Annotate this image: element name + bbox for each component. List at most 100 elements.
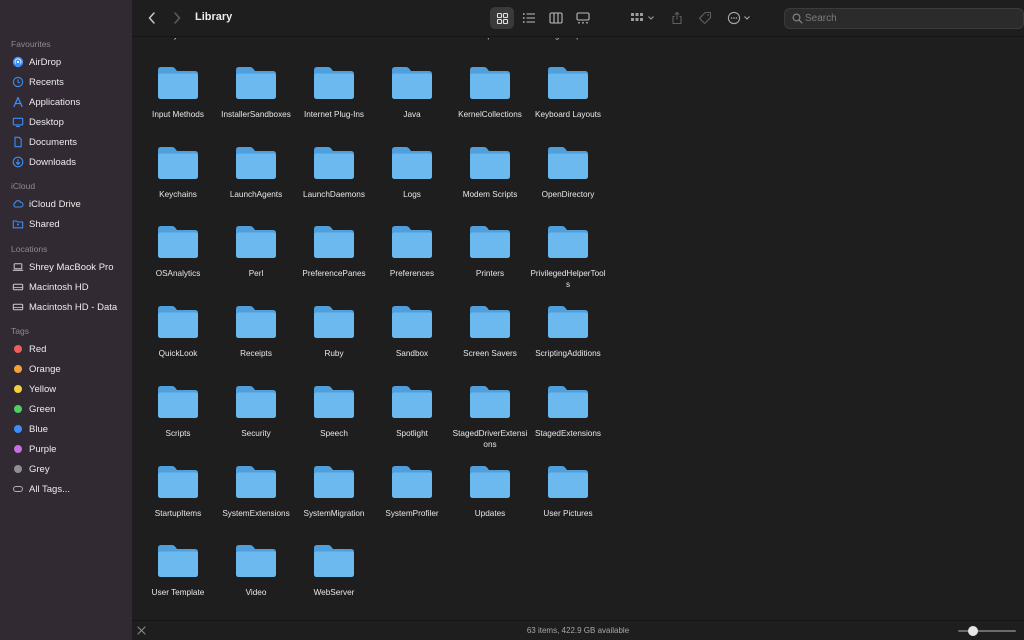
folder-icon xyxy=(314,67,354,99)
list-view-button[interactable] xyxy=(517,7,541,29)
search-input[interactable] xyxy=(805,11,1015,26)
sidebar-item-icloud-drive[interactable]: iCloud Drive xyxy=(0,194,132,214)
folder-icon xyxy=(470,226,510,258)
folder-label-partial[interactable]: Frameworks xyxy=(295,38,373,40)
sidebar-item-label: Macintosh HD xyxy=(29,281,89,293)
airdrop-icon xyxy=(11,56,24,69)
folder-icon xyxy=(314,226,354,258)
sidebar-item-tag-green[interactable]: Green xyxy=(0,399,132,419)
folder-label: StagedExtensions xyxy=(535,429,601,438)
sidebar-item-tag-blue[interactable]: Blue xyxy=(0,419,132,439)
column-view-button[interactable] xyxy=(544,7,568,29)
folder-icon xyxy=(236,67,276,99)
folder-label: Input Methods xyxy=(152,110,204,119)
sidebar-item-label: AirDrop xyxy=(29,56,62,68)
group-by-button[interactable] xyxy=(629,8,657,28)
folder-label: StartupItems xyxy=(154,509,202,518)
sidebar-item-all-tags[interactable]: All Tags... xyxy=(0,479,132,499)
folder-label-partial[interactable]: Fonts xyxy=(217,38,295,40)
sidebar-header-favourites: Favourites xyxy=(11,39,51,49)
folder-icon xyxy=(470,67,510,99)
sidebar-item-label: Grey xyxy=(29,463,50,475)
folder-label: QuickLook xyxy=(158,349,198,358)
file-grid: FilesystemsFontsFrameworksGPUBundlesGrap… xyxy=(132,38,1024,620)
tag-dot-orange xyxy=(11,363,24,376)
sidebar-item-shared[interactable]: Shared xyxy=(0,214,132,234)
sidebar-item-macintosh-hd-data[interactable]: Macintosh HD - Data xyxy=(0,297,132,317)
folder-icon xyxy=(314,306,354,338)
folder-label: Scripts xyxy=(165,429,191,438)
tag-dot-blue xyxy=(11,423,24,436)
sidebar-item-macintosh-hd[interactable]: Macintosh HD xyxy=(0,277,132,297)
sidebar-header-tags: Tags xyxy=(11,326,29,336)
sidebar-item-applications[interactable]: Applications xyxy=(0,92,132,112)
sidebar-item-label: Documents xyxy=(29,136,78,148)
sidebar-item-tag-grey[interactable]: Grey xyxy=(0,459,132,479)
folder-label-partial[interactable]: Graphics xyxy=(451,38,529,40)
folder-label: Spotlight xyxy=(396,429,428,438)
search-icon xyxy=(792,13,803,24)
tags-button[interactable] xyxy=(697,8,713,28)
folder-label-partial[interactable]: Image Capture xyxy=(529,38,607,40)
share-button[interactable] xyxy=(669,8,685,28)
icon-size-slider[interactable] xyxy=(958,630,1016,632)
tag-orange-icon xyxy=(13,365,22,373)
all-tags-icon xyxy=(11,483,24,496)
gallery-icon xyxy=(576,12,590,24)
more-actions-button[interactable] xyxy=(726,8,754,28)
folder-label: SystemExtensions xyxy=(222,509,290,518)
sidebar-item-tag-orange[interactable]: Orange xyxy=(0,359,132,379)
folder-label: Updates xyxy=(474,509,506,518)
sidebar-item-tag-red[interactable]: Red xyxy=(0,339,132,359)
folder-label: Java xyxy=(403,110,421,119)
folder-label-partial[interactable]: Filesystems xyxy=(139,38,217,40)
folder-label-partial[interactable]: GPUBundles xyxy=(373,38,451,40)
columns-icon xyxy=(549,12,563,24)
sidebar-item-downloads[interactable]: Downloads xyxy=(0,152,132,172)
folder-label: ScriptingAdditions xyxy=(535,349,601,358)
folder-label: Keychains xyxy=(159,190,197,199)
folder-label: StagedDriverExtensions xyxy=(452,429,528,449)
gallery-view-button[interactable] xyxy=(571,7,595,29)
forward-button[interactable] xyxy=(169,8,185,28)
laptop-icon xyxy=(11,261,24,274)
tag-dot-grey xyxy=(11,463,24,476)
folder-label: Printers xyxy=(475,269,505,278)
folder-label: Receipts xyxy=(240,349,272,358)
icon-view-button[interactable] xyxy=(490,7,514,29)
sidebar-item-desktop[interactable]: Desktop xyxy=(0,112,132,132)
sidebar-item-tag-yellow[interactable]: Yellow xyxy=(0,379,132,399)
folder-icon xyxy=(236,226,276,258)
sidebar-favourites: Favourites AirDrop Recents Applications … xyxy=(0,36,132,172)
icon-size-slider-knob[interactable] xyxy=(967,626,978,636)
tag-green-icon xyxy=(13,405,22,413)
sidebar-item-recents[interactable]: Recents xyxy=(0,72,132,92)
folder-icon xyxy=(158,545,198,577)
folder-label: Security xyxy=(241,429,271,438)
drive-icon xyxy=(11,301,24,314)
tag-grey-icon xyxy=(13,465,22,473)
folder-icon xyxy=(236,306,276,338)
shared-folder-icon xyxy=(11,218,24,231)
folder-icon xyxy=(158,147,198,179)
folder-icon xyxy=(392,466,432,498)
folder-icon xyxy=(548,466,588,498)
folder-label: Perl xyxy=(248,269,264,278)
folder-icon xyxy=(470,306,510,338)
folder-icon xyxy=(158,306,198,338)
sidebar-item-macbook[interactable]: Shrey MacBook Pro xyxy=(0,257,132,277)
sidebar-item-airdrop[interactable]: AirDrop xyxy=(0,52,132,72)
drive-icon xyxy=(11,281,24,294)
grid-icon xyxy=(496,12,508,24)
sidebar-item-tag-purple[interactable]: Purple xyxy=(0,439,132,459)
folder-label: Keyboard Layouts xyxy=(535,110,601,119)
folder-icon xyxy=(392,147,432,179)
sidebar-item-documents[interactable]: Documents xyxy=(0,132,132,152)
sidebar-item-label: Downloads xyxy=(29,156,76,168)
search-field[interactable] xyxy=(784,8,1024,29)
sidebar-locations: Locations Shrey MacBook Pro Macintosh HD… xyxy=(0,241,132,317)
folder-icon xyxy=(392,306,432,338)
back-button[interactable] xyxy=(144,8,160,28)
folder-icon xyxy=(236,466,276,498)
sidebar-item-label: Yellow xyxy=(29,383,57,395)
